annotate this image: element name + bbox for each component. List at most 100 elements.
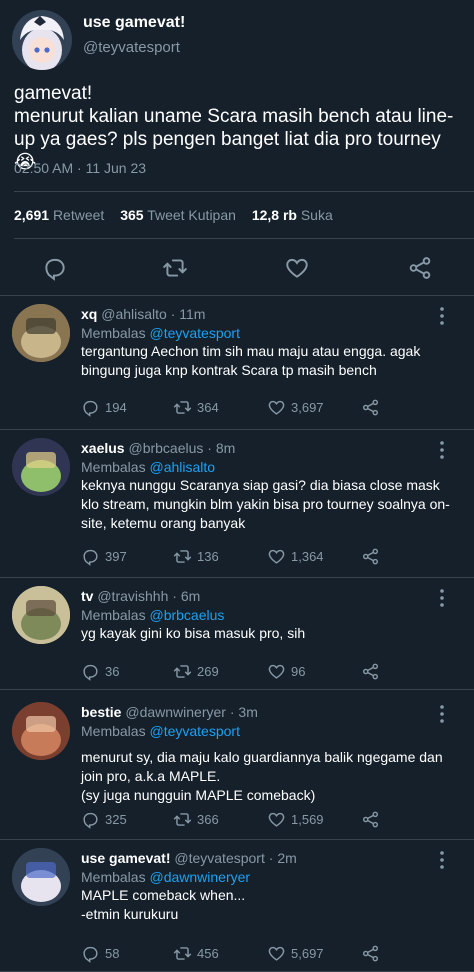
share-button[interactable] — [361, 944, 380, 963]
like-button[interactable]: 5,697 — [267, 944, 324, 963]
reply-button[interactable]: 194 — [81, 398, 127, 417]
reply-handle[interactable]: @ahlisalto — [101, 306, 167, 322]
like-count: 5,697 — [291, 946, 324, 961]
like-button[interactable]: 3,697 — [267, 398, 324, 417]
share-button[interactable] — [361, 547, 380, 566]
reply-button[interactable]: 58 — [81, 944, 119, 963]
like-count: 96 — [291, 664, 306, 679]
reply-action-bar: 397 136 1,364 — [81, 547, 381, 567]
reply-count: 36 — [105, 664, 120, 679]
divider — [14, 238, 474, 239]
reply-time[interactable]: 8m — [216, 440, 235, 456]
reply-tweet[interactable]: xaelus @brbcaelus · 8m Membalas @ahlisal… — [0, 430, 474, 578]
main-tweet-handle[interactable]: @teyvatesport — [83, 39, 180, 56]
retweet-button[interactable]: 136 — [173, 547, 219, 566]
reply-display-name[interactable]: use gamevat! — [81, 850, 170, 866]
like-count: 3,697 — [291, 400, 324, 415]
reply-count: 397 — [105, 549, 127, 564]
reply-action-bar: 36 269 96 — [81, 662, 381, 682]
reply-tweet[interactable]: tv @travishhh · 6m Membalas @brbcaelus y… — [0, 578, 474, 690]
replying-prefix: Membalas — [81, 723, 146, 739]
main-tweet-display-name[interactable]: use gamevat! — [83, 14, 185, 32]
reply-display-name[interactable]: xq — [81, 306, 97, 322]
more-options-icon[interactable] — [436, 850, 448, 870]
share-button[interactable] — [361, 810, 380, 829]
more-options-icon[interactable] — [436, 440, 448, 460]
retweet-button[interactable]: 269 — [173, 662, 219, 681]
replying-to-mention[interactable]: @teyvatesport — [149, 325, 239, 341]
reply-handle[interactable]: @teyvatesport — [174, 850, 264, 866]
reply-handle[interactable]: @dawnwineryer — [125, 704, 226, 720]
retweet-button[interactable]: 456 — [173, 944, 219, 963]
reply-text: yg kayak gini ko bisa masuk pro, sih — [81, 625, 306, 641]
replying-to-mention[interactable]: @dawnwineryer — [149, 869, 250, 885]
more-options-icon[interactable] — [436, 588, 448, 608]
replying-to-mention[interactable]: @brbcaelus — [149, 607, 224, 623]
reply-text: MAPLE comeback when... -etmin kurukuru — [81, 887, 246, 922]
replying-prefix: Membalas — [81, 607, 146, 623]
reply-dot-separator: · — [172, 588, 177, 604]
like-button[interactable]: 1,569 — [267, 810, 324, 829]
reply-time[interactable]: 3m — [238, 704, 257, 720]
reply-time[interactable]: 6m — [181, 588, 200, 604]
reply-action-bar: 325 366 1,569 — [81, 810, 381, 830]
reply-count: 325 — [105, 812, 127, 827]
replying-to: Membalas @teyvatesport — [81, 723, 240, 739]
reply-header: tv @travishhh · 6m — [81, 588, 200, 604]
reply-header: use gamevat! @teyvatesport · 2m — [81, 850, 297, 866]
reply-display-name[interactable]: bestie — [81, 704, 121, 720]
replying-to: Membalas @dawnwineryer — [81, 869, 250, 885]
like-count: 1,364 — [291, 549, 324, 564]
reply-tweet[interactable]: bestie @dawnwineryer · 3m Membalas @teyv… — [0, 690, 474, 840]
more-options-icon[interactable] — [436, 306, 448, 326]
replying-prefix: Membalas — [81, 869, 146, 885]
more-options-icon[interactable] — [436, 704, 448, 724]
reply-header: xaelus @brbcaelus · 8m — [81, 440, 235, 456]
reply-avatar[interactable] — [12, 586, 70, 644]
like-button[interactable]: 96 — [267, 662, 305, 681]
reply-text: menurut sy, dia maju kalo guardiannya ba… — [81, 749, 443, 803]
quote-stat[interactable]: 365 Tweet Kutipan — [120, 207, 236, 223]
reply-button[interactable]: 325 — [81, 810, 127, 829]
replying-to-mention[interactable]: @teyvatesport — [149, 723, 239, 739]
main-tweet-timestamp[interactable]: 02:50 AM · 11 Jun 23 — [14, 160, 146, 176]
like-stat[interactable]: 12,8 rb Suka — [252, 207, 333, 223]
like-count: 1,569 — [291, 812, 324, 827]
retweet-stat[interactable]: 2,691 Retweet — [14, 207, 104, 223]
reply-header: bestie @dawnwineryer · 3m — [81, 704, 258, 720]
replying-prefix: Membalas — [81, 325, 146, 341]
reply-time[interactable]: 2m — [277, 850, 296, 866]
reply-time[interactable]: 11m — [179, 306, 205, 322]
reply-button[interactable]: 36 — [81, 662, 119, 681]
share-button[interactable] — [361, 398, 380, 417]
reply-display-name[interactable]: tv — [81, 588, 93, 604]
reply-display-name[interactable]: xaelus — [81, 440, 125, 456]
reply-count: 194 — [105, 400, 127, 415]
reply-action-bar: 194 364 3,697 — [81, 398, 381, 418]
retweet-button[interactable]: 366 — [173, 810, 219, 829]
replying-to-mention[interactable]: @ahlisalto — [149, 459, 215, 475]
main-tweet-avatar[interactable] — [12, 10, 72, 70]
reply-handle[interactable]: @travishhh — [97, 588, 168, 604]
reply-handle[interactable]: @brbcaelus — [128, 440, 203, 456]
reply-header: xq @ahlisalto · 11m — [81, 306, 205, 322]
retweet-icon[interactable] — [162, 255, 188, 281]
retweet-count: 456 — [197, 946, 219, 961]
share-button[interactable] — [361, 662, 380, 681]
reply-avatar[interactable] — [12, 702, 70, 760]
like-icon[interactable] — [284, 255, 310, 281]
retweet-count: 366 — [197, 812, 219, 827]
retweet-button[interactable]: 364 — [173, 398, 219, 417]
reply-avatar[interactable] — [12, 304, 70, 362]
reply-avatar[interactable] — [12, 848, 70, 906]
reply-button[interactable]: 397 — [81, 547, 127, 566]
reply-icon[interactable] — [42, 255, 68, 281]
reply-tweet[interactable]: use gamevat! @teyvatesport · 2m Membalas… — [0, 840, 474, 972]
share-icon[interactable] — [407, 255, 433, 281]
reply-text: keknya nunggu Scaranya siap gasi? dia bi… — [81, 477, 450, 531]
reply-avatar[interactable] — [12, 438, 70, 496]
like-button[interactable]: 1,364 — [267, 547, 324, 566]
reply-dot-separator: · — [170, 306, 176, 322]
reply-count: 58 — [105, 946, 120, 961]
reply-tweet[interactable]: xq @ahlisalto · 11m Membalas @teyvatespo… — [0, 296, 474, 430]
